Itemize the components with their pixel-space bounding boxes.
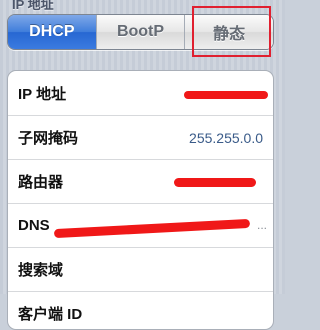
search-domain-label: 搜索域 xyxy=(18,262,64,279)
search-domain-row[interactable]: 搜索域 xyxy=(8,247,273,291)
ip-address-row[interactable]: IP 地址 xyxy=(8,71,273,115)
ip-address-label: IP 地址 xyxy=(18,85,67,103)
subnet-mask-value: 255.255.0.0 xyxy=(189,129,263,146)
ip-address-redaction xyxy=(184,91,268,99)
dns-overflow-ellipsis: ... xyxy=(256,218,267,232)
network-settings-group: IP 地址 子网掩码 255.255.0.0 路由器 DNS ... 搜索域 客… xyxy=(7,70,274,330)
subnet-mask-row[interactable]: 子网掩码 255.255.0.0 xyxy=(8,115,273,159)
router-label: 路由器 xyxy=(18,174,64,191)
dns-redaction xyxy=(53,218,251,239)
dns-label: DNS xyxy=(18,217,50,234)
ip-mode-segmented-control[interactable]: DHCP BootP 静态 xyxy=(7,14,274,50)
segment-bootp[interactable]: BootP xyxy=(95,15,185,49)
router-row[interactable]: 路由器 xyxy=(8,159,273,203)
dns-row[interactable]: DNS ... xyxy=(8,203,273,247)
segment-dhcp[interactable]: DHCP xyxy=(8,15,96,49)
router-redaction xyxy=(174,178,256,187)
client-id-row[interactable]: 客户端 ID xyxy=(8,291,273,329)
segment-static[interactable]: 静态 xyxy=(184,15,273,49)
subnet-mask-label: 子网掩码 xyxy=(18,130,79,147)
client-id-label: 客户端 ID xyxy=(18,306,83,323)
section-header: IP 地址 xyxy=(12,0,54,12)
